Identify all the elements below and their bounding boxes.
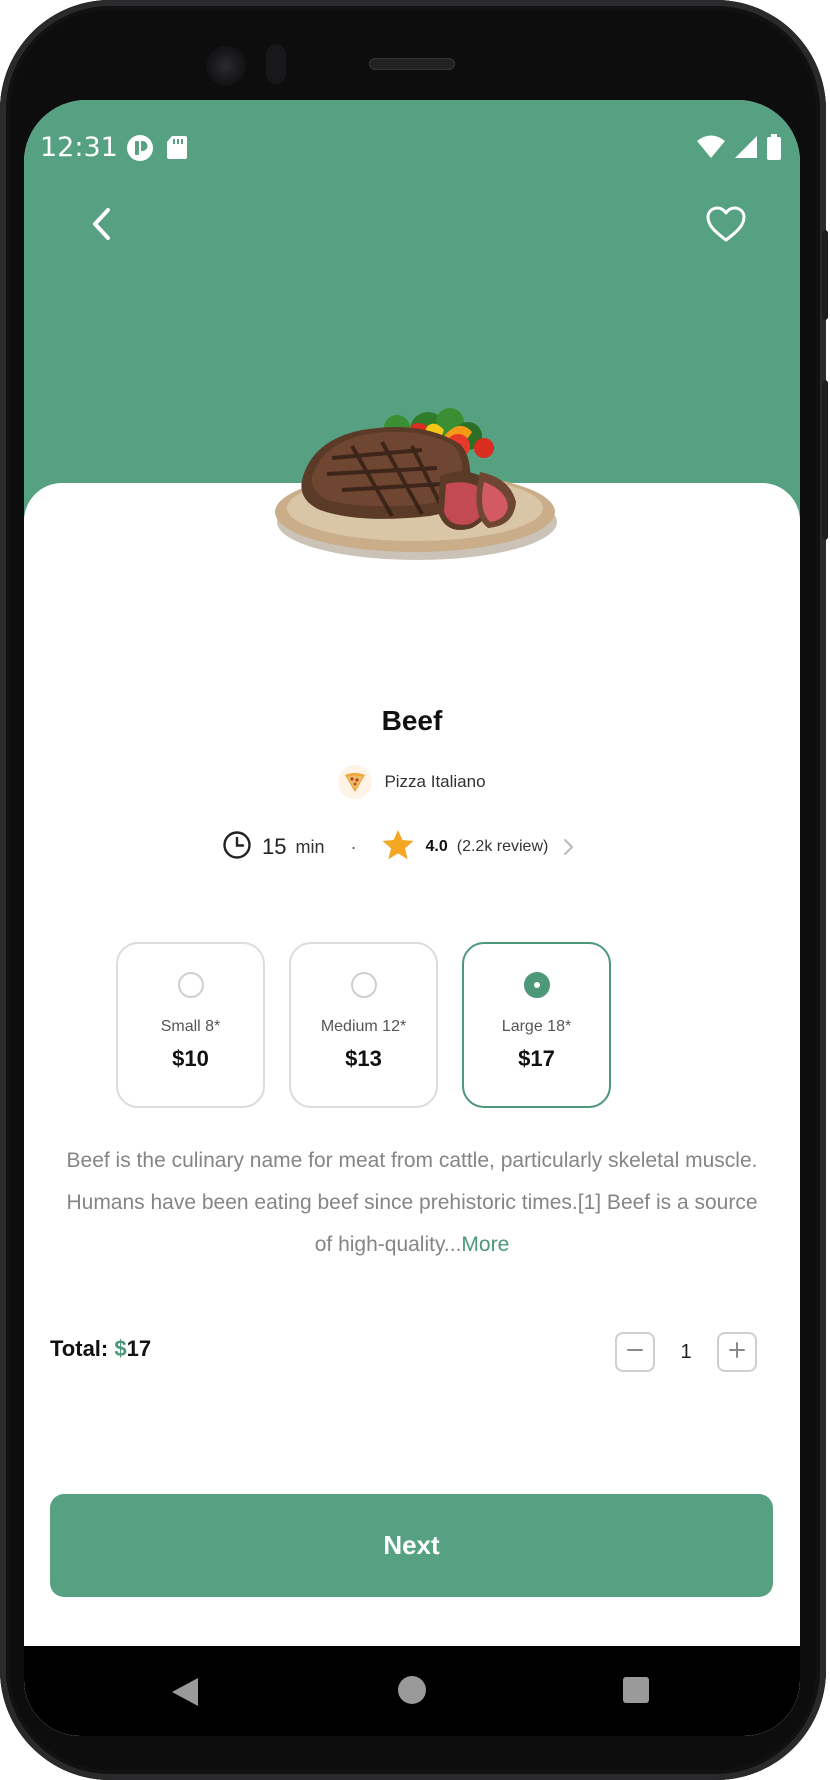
wifi-icon bbox=[696, 135, 726, 164]
phone-side-button bbox=[822, 230, 828, 320]
size-option-medium[interactable]: Medium 12* $13 bbox=[289, 942, 438, 1108]
plus-icon bbox=[728, 1341, 746, 1364]
product-description: Beef is the culinary name for meat from … bbox=[62, 1140, 762, 1266]
size-price: $17 bbox=[518, 1046, 555, 1071]
product-meta-row: 15 min · 4.0 (2.2k review) bbox=[222, 829, 574, 865]
phone-volume-button bbox=[822, 380, 828, 540]
quantity-value: 1 bbox=[680, 1340, 692, 1363]
size-label: Medium 12* bbox=[320, 1018, 407, 1035]
radio-unchecked-icon bbox=[177, 972, 204, 998]
status-right-icons bbox=[696, 134, 782, 165]
total-label: Total: bbox=[50, 1336, 109, 1361]
battery-icon bbox=[766, 134, 782, 165]
size-options: Small 8* $10 Medium 12* $13 Large 18* $1… bbox=[116, 942, 611, 1108]
back-button[interactable] bbox=[72, 196, 132, 256]
earpiece-speaker bbox=[369, 58, 455, 70]
app-notification-icon bbox=[126, 134, 154, 167]
system-navigation-bar bbox=[24, 1646, 800, 1736]
heart-outline-icon bbox=[705, 205, 747, 248]
favorite-button[interactable] bbox=[696, 196, 756, 256]
status-time: 12:31 bbox=[40, 132, 118, 163]
product-title: Beef bbox=[381, 705, 443, 736]
prep-time-unit: min bbox=[295, 836, 325, 857]
radio-checked-icon bbox=[523, 972, 550, 998]
size-label: Large 18* bbox=[501, 1018, 572, 1035]
total-price: Total: $17 bbox=[50, 1336, 151, 1362]
status-bar: 12:31 bbox=[24, 100, 800, 196]
chevron-right-icon[interactable] bbox=[562, 838, 574, 856]
radio-unchecked-icon bbox=[350, 972, 377, 998]
review-count: (2.2k review) bbox=[456, 838, 549, 855]
nav-back-icon[interactable] bbox=[170, 1676, 200, 1713]
size-label: Small 8* bbox=[160, 1018, 221, 1035]
size-price: $10 bbox=[172, 1046, 209, 1071]
decrease-quantity-button[interactable] bbox=[615, 1332, 655, 1372]
app-screen: 12:31 Beef Pizza Italiano 15 min · 4.0 (… bbox=[24, 100, 800, 1736]
total-currency: $ bbox=[114, 1336, 127, 1361]
pizza-slice-logo bbox=[338, 765, 373, 799]
increase-quantity-button[interactable] bbox=[717, 1332, 757, 1372]
signal-icon bbox=[734, 135, 758, 164]
chevron-left-icon bbox=[89, 206, 115, 247]
size-price: $13 bbox=[345, 1046, 382, 1071]
size-option-large[interactable]: Large 18* $17 bbox=[462, 942, 611, 1108]
steak-plate-image bbox=[272, 388, 562, 568]
description-text: Beef is the culinary name for meat from … bbox=[66, 1149, 758, 1256]
restaurant-name: Pizza Italiano bbox=[384, 772, 486, 791]
proximity-sensor bbox=[266, 44, 286, 84]
nav-home-icon[interactable] bbox=[398, 1676, 426, 1704]
more-link[interactable]: More bbox=[461, 1233, 509, 1256]
total-amount: 17 bbox=[126, 1336, 152, 1361]
clock-icon bbox=[222, 830, 252, 865]
nav-recents-icon[interactable] bbox=[623, 1677, 649, 1703]
phone-frame: 12:31 Beef Pizza Italiano 15 min · 4.0 (… bbox=[0, 0, 828, 1780]
star-icon bbox=[381, 829, 415, 866]
rating-value: 4.0 bbox=[425, 838, 448, 855]
status-left-icons bbox=[126, 134, 188, 167]
restaurant-info[interactable]: Pizza Italiano bbox=[24, 765, 800, 799]
size-option-small[interactable]: Small 8* $10 bbox=[116, 942, 265, 1108]
meta-separator: · bbox=[350, 836, 357, 857]
quantity-stepper: 1 bbox=[615, 1332, 757, 1372]
front-camera bbox=[206, 46, 246, 86]
sd-card-icon bbox=[166, 134, 188, 167]
next-button[interactable]: Next bbox=[50, 1494, 773, 1597]
minus-icon bbox=[626, 1341, 644, 1364]
prep-time-value: 15 bbox=[262, 834, 287, 859]
